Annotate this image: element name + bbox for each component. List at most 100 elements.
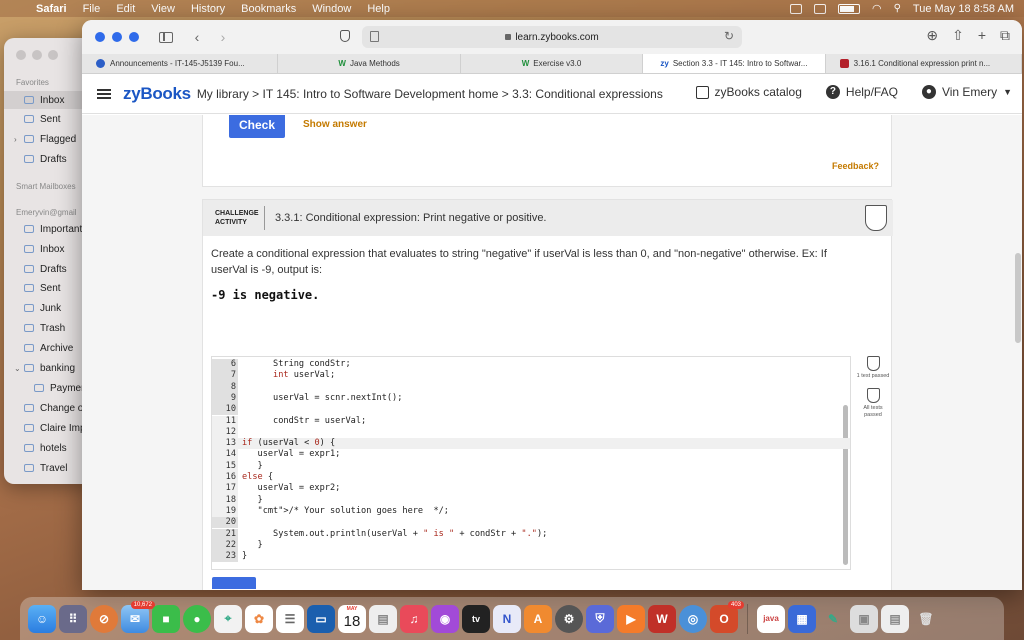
help-link[interactable]: Help/FAQ [846, 85, 898, 99]
menu-history[interactable]: History [191, 3, 225, 15]
code-line[interactable]: 21 System.out.println(userVal + " is " +… [212, 528, 850, 540]
zybooks-logo[interactable]: zyBooks [123, 84, 191, 104]
sidebar-toggle-icon[interactable] [159, 31, 173, 43]
documents-stack-icon[interactable]: ▤ [881, 604, 909, 633]
tab-exercise[interactable]: W Exercise v3.0 [461, 54, 644, 73]
show-answer-button[interactable]: Show answer [303, 119, 367, 130]
code-line[interactable]: 14 userVal = expr1; [212, 449, 850, 461]
mail-item-travel[interactable]: Travel [4, 459, 94, 477]
word-icon[interactable]: W [648, 604, 676, 633]
user-avatar-icon[interactable]: ● [921, 85, 936, 99]
code-line[interactable]: 9 userVal = scnr.nextInt(); [212, 392, 850, 405]
mail-app-icon[interactable]: ✉ 10,672 [121, 600, 155, 633]
run-button[interactable] [212, 577, 256, 589]
forward-icon[interactable]: › [215, 29, 231, 45]
vpn-icon[interactable]: ⛨ [586, 604, 614, 633]
tab-conditional-expression[interactable]: 3.16.1 Conditional expression print n... [826, 54, 1022, 73]
screenshot-stack-icon[interactable]: ▣ [850, 604, 878, 633]
photos-icon[interactable]: ✿ [245, 604, 273, 633]
code-line[interactable]: 13 if (userVal < 0) { [212, 438, 850, 450]
code-text[interactable] [238, 427, 242, 437]
code-text[interactable]: String condStr; [238, 359, 351, 369]
office-icon[interactable]: O 403 [710, 600, 744, 633]
code-line[interactable]: 18 } [212, 494, 850, 506]
minimize-button[interactable] [112, 32, 122, 42]
page-scrollbar[interactable] [1015, 253, 1021, 343]
code-text[interactable]: } [238, 540, 263, 550]
code-line[interactable]: 17 userVal = expr2; [212, 483, 850, 495]
chevron-right-icon[interactable]: › [14, 135, 17, 144]
chevron-down-icon[interactable]: ⌄ [14, 364, 21, 373]
mail-item-banking[interactable]: ⌄ banking [4, 359, 94, 377]
chrome-icon[interactable]: ◎ [679, 604, 707, 633]
system-preferences-icon[interactable]: ⚙ [555, 604, 583, 633]
apple-icon[interactable] [10, 3, 22, 15]
code-text[interactable]: userVal = scnr.nextInt(); [238, 393, 402, 403]
menu-app-name[interactable]: Safari [36, 3, 67, 15]
address-bar[interactable]: learn.zybooks.com ↻ [362, 26, 742, 48]
status-extension-icon[interactable] [813, 3, 826, 14]
code-text[interactable]: int userVal; [238, 370, 335, 380]
maps-icon[interactable]: ⌖ [214, 604, 242, 633]
code-line[interactable]: 16 else { [212, 472, 850, 484]
code-line[interactable]: 19 "cmt">/* Your solution goes here */; [212, 505, 850, 518]
news-icon[interactable]: N [493, 604, 521, 633]
downloads-stack-icon[interactable]: ✎ [819, 605, 847, 633]
podcasts-icon[interactable]: ◉ [431, 604, 459, 633]
menu-edit[interactable]: Edit [116, 3, 135, 15]
music-icon[interactable]: ♫ [400, 604, 428, 633]
keynote-icon[interactable]: ▭ [307, 604, 335, 633]
privacy-shield-icon[interactable] [340, 30, 350, 42]
code-text[interactable]: "cmt">/* Your solution goes here */; [238, 506, 449, 516]
mail-item-claire[interactable]: Claire Imp [4, 419, 94, 437]
mail-item-hotels[interactable]: hotels [4, 439, 94, 457]
calendar-icon[interactable]: MAY 18 [338, 604, 366, 633]
code-line[interactable]: 15 } [212, 460, 850, 472]
mail-item-archive[interactable]: Archive [4, 339, 94, 357]
code-line[interactable]: 20 [212, 517, 850, 529]
app-store-icon[interactable]: A [524, 604, 552, 633]
launchpad-icon[interactable]: ⠿ [59, 604, 87, 633]
code-text[interactable]: System.out.println(userVal + " is " + co… [238, 529, 547, 539]
notes-icon[interactable]: ▤ [369, 604, 397, 633]
folder-stack-icon[interactable]: ▦ [788, 604, 816, 633]
hamburger-menu-icon[interactable] [97, 88, 111, 99]
mail-item-inbox[interactable]: Inbox [4, 91, 94, 109]
help-icon[interactable]: ? [825, 85, 840, 99]
tab-announcements[interactable]: Announcements - IT-145-J5139 Fou... [82, 54, 279, 73]
code-line[interactable]: 10 [212, 404, 850, 416]
mail-item-sent[interactable]: Sent [4, 110, 94, 128]
code-editor[interactable]: 6 String condStr; 7 int userVal; 8 9 userVa… [211, 356, 851, 570]
breadcrumb[interactable]: My library > IT 145: Intro to Software D… [197, 87, 663, 101]
code-text[interactable]: } [238, 495, 263, 505]
mail-item-trash[interactable]: Trash [4, 319, 94, 337]
code-text[interactable] [238, 404, 242, 414]
code-text[interactable]: } [238, 551, 247, 561]
java-file-icon[interactable]: java [757, 604, 785, 633]
menu-window[interactable]: Window [312, 3, 351, 15]
battery-icon[interactable] [837, 3, 860, 14]
close-button[interactable] [95, 32, 105, 42]
code-line[interactable]: 6 String condStr; [212, 359, 850, 371]
catalog-icon[interactable] [695, 85, 709, 99]
address-text[interactable]: learn.zybooks.com [515, 32, 598, 43]
code-text[interactable]: else { [238, 472, 273, 482]
code-line[interactable]: 12 [212, 426, 850, 439]
wifi-icon[interactable]: ◠ [872, 2, 882, 15]
reminders-icon[interactable]: ☰ [276, 604, 304, 633]
menu-view[interactable]: View [151, 3, 175, 15]
code-line[interactable]: 22 } [212, 539, 850, 552]
messages-icon[interactable]: ● [183, 604, 211, 633]
catalog-link[interactable]: zyBooks catalog [715, 85, 802, 99]
mail-item-flagged[interactable]: › Flagged [4, 130, 94, 148]
zoom-button[interactable] [129, 32, 139, 42]
tab-section-3-3[interactable]: zy Section 3.3 - IT 145: Intro to Softwar… [643, 54, 826, 73]
video-recorder-icon[interactable]: ▶ [617, 604, 645, 633]
status-app-icon[interactable] [789, 3, 802, 14]
spotlight-icon[interactable]: ⚲ [894, 3, 901, 14]
mail-item-sent-2[interactable]: Sent [4, 279, 94, 297]
code-text[interactable]: userVal = expr2; [238, 483, 341, 493]
user-menu-chevron-icon[interactable]: ▼ [1003, 87, 1012, 97]
code-text[interactable] [238, 517, 242, 527]
share-icon[interactable]: ⇧ [952, 27, 964, 44]
